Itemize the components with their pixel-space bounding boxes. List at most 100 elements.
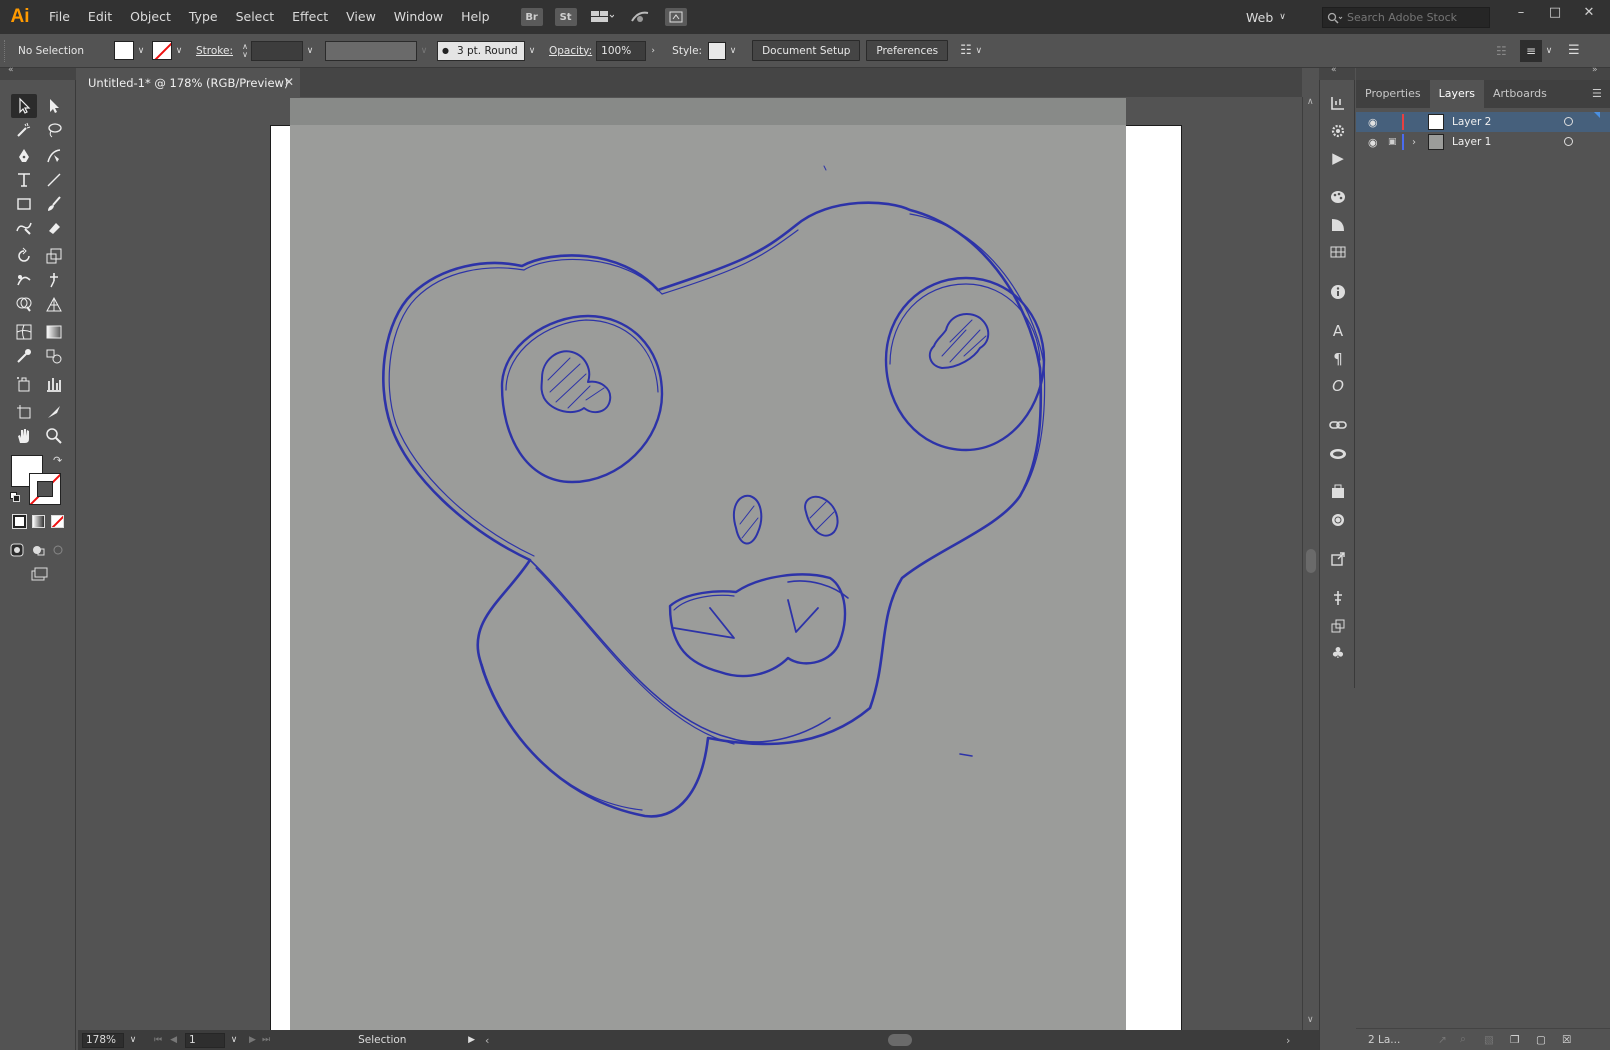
- magic-wand-tool-icon[interactable]: [11, 118, 37, 142]
- screen-mode-icon[interactable]: [26, 562, 52, 586]
- draw-inside-icon[interactable]: [47, 538, 69, 562]
- stock-icon[interactable]: St: [554, 8, 577, 26]
- hand-tool-icon[interactable]: [11, 424, 37, 448]
- zoom-tool-icon[interactable]: [41, 424, 67, 448]
- menu-view[interactable]: View: [337, 0, 385, 34]
- paragraph-icon[interactable]: ¶: [1327, 348, 1349, 370]
- club-symbol-icon[interactable]: ♣: [1327, 642, 1349, 664]
- preferences-button[interactable]: Preferences: [866, 40, 949, 61]
- export-for-screens-icon[interactable]: ↗: [1438, 1034, 1447, 1046]
- menu-effect[interactable]: Effect: [283, 0, 337, 34]
- horizontal-scrollbar-thumb[interactable]: [888, 1034, 912, 1046]
- chevron-down-icon[interactable]: ∨: [303, 46, 317, 56]
- line-segment-tool-icon[interactable]: [41, 168, 67, 192]
- artboard-tool-icon[interactable]: [11, 400, 37, 424]
- chevron-down-icon[interactable]: ∨: [172, 46, 186, 56]
- dock-header[interactable]: «: [1319, 65, 1355, 80]
- perspective-grid-tool-icon[interactable]: [41, 292, 67, 316]
- mesh-tool-icon[interactable]: [11, 320, 37, 344]
- first-artboard-icon[interactable]: ⏮: [154, 1035, 162, 1045]
- layer-row-layer-2[interactable]: ◉ Layer 2: [1356, 112, 1610, 132]
- stroke-weight-input[interactable]: [251, 40, 303, 61]
- collapse-icon[interactable]: «: [1331, 65, 1337, 75]
- stroke-swatch[interactable]: [152, 41, 172, 60]
- chevron-down-icon[interactable]: ∨: [225, 1035, 243, 1045]
- vertical-scrollbar[interactable]: ∧ ∨: [1302, 97, 1319, 1030]
- menu-type[interactable]: Type: [180, 0, 227, 34]
- transform-icon[interactable]: ≡: [1520, 40, 1542, 62]
- links-icon[interactable]: [1327, 414, 1349, 436]
- create-new-layer-icon[interactable]: ▢: [1536, 1034, 1546, 1046]
- layer-target-icon[interactable]: [1564, 117, 1573, 126]
- chevron-down-icon[interactable]: ∨: [124, 1035, 142, 1045]
- layer-row-layer-1[interactable]: ◉ ▣ › Layer 1: [1356, 132, 1610, 152]
- chevron-down-icon[interactable]: ∨: [726, 46, 740, 56]
- puppet-pin-icon[interactable]: [1327, 587, 1349, 609]
- lasso-tool-icon[interactable]: [41, 118, 67, 142]
- maximize-icon[interactable]: □: [1538, 0, 1572, 24]
- stroke-color-box[interactable]: [29, 473, 61, 505]
- opentype-icon[interactable]: O: [1327, 375, 1349, 397]
- curvature-tool-icon[interactable]: [41, 144, 67, 168]
- color-guide-icon[interactable]: [1327, 214, 1349, 236]
- artboard-number-field[interactable]: 1: [185, 1032, 226, 1048]
- paintbrush-tool-icon[interactable]: [41, 192, 67, 216]
- panel-header[interactable]: »: [1356, 65, 1610, 80]
- arrange-icon[interactable]: ☷: [960, 43, 972, 58]
- scroll-up-icon[interactable]: ∧: [1307, 97, 1314, 107]
- libraries-icon[interactable]: [1327, 92, 1349, 114]
- document-setup-button[interactable]: Document Setup: [752, 40, 861, 61]
- menu-select[interactable]: Select: [227, 0, 284, 34]
- symbol-sprayer-tool-icon[interactable]: [11, 372, 37, 396]
- search-stock[interactable]: [1322, 7, 1490, 28]
- symbols-icon[interactable]: [1327, 481, 1349, 503]
- layer-name[interactable]: Layer 1: [1452, 136, 1491, 148]
- menu-help[interactable]: Help: [452, 0, 499, 34]
- chevron-right-icon[interactable]: ›: [646, 46, 660, 56]
- collapse-icon[interactable]: «: [8, 65, 14, 75]
- warp-tool-icon[interactable]: [11, 268, 37, 292]
- workspace-switcher[interactable]: Web ∨: [1246, 8, 1286, 26]
- none-mode-button[interactable]: [51, 515, 64, 528]
- tools-panel-header[interactable]: «: [0, 65, 76, 80]
- gear-icon[interactable]: [1327, 120, 1349, 142]
- appearance-icon[interactable]: [1327, 509, 1349, 531]
- lock-icon[interactable]: ▣: [1388, 137, 1397, 147]
- scroll-right-icon[interactable]: ›: [1286, 1034, 1290, 1047]
- tab-properties[interactable]: Properties: [1356, 80, 1430, 108]
- visibility-eye-icon[interactable]: ◉: [1368, 116, 1378, 129]
- puppet-warp-tool-icon[interactable]: [41, 268, 67, 292]
- type-tool-icon[interactable]: [11, 168, 37, 192]
- scroll-left-icon[interactable]: ‹: [485, 1034, 489, 1047]
- trash-icon[interactable]: ☒: [1562, 1034, 1571, 1046]
- layer-target-icon[interactable]: [1564, 137, 1573, 146]
- gradient-tool-icon[interactable]: [41, 320, 67, 344]
- column-graph-tool-icon[interactable]: [41, 372, 67, 396]
- gpu-performance-icon[interactable]: [627, 8, 653, 26]
- default-fill-stroke-icon[interactable]: [10, 492, 20, 502]
- tab-artboards[interactable]: Artboards: [1484, 80, 1556, 108]
- eraser-tool-icon[interactable]: [41, 216, 67, 240]
- swatches-icon[interactable]: [1327, 241, 1349, 263]
- creative-cloud-icon[interactable]: [1327, 442, 1349, 464]
- transform-panel-icon[interactable]: [1327, 615, 1349, 637]
- stroke-weight-stepper[interactable]: ∧ ∨: [239, 42, 251, 59]
- character-icon[interactable]: A: [1327, 320, 1349, 342]
- chevron-right-icon[interactable]: ›: [1412, 137, 1416, 148]
- minimize-icon[interactable]: –: [1504, 0, 1538, 24]
- rotate-tool-icon[interactable]: [11, 244, 37, 268]
- last-artboard-icon[interactable]: ⏭: [262, 1035, 270, 1045]
- bridge-icon[interactable]: Br: [520, 8, 543, 26]
- draw-behind-icon[interactable]: [27, 538, 49, 562]
- blend-tool-icon[interactable]: [41, 344, 67, 368]
- selection-tool-icon[interactable]: [11, 94, 37, 118]
- color-mode-button[interactable]: [12, 514, 27, 529]
- placed-sketch-image[interactable]: [290, 98, 1126, 1030]
- canvas[interactable]: [78, 97, 1302, 1030]
- menu-file[interactable]: File: [40, 0, 79, 34]
- eyedropper-tool-icon[interactable]: [11, 344, 37, 368]
- swap-fill-stroke-icon[interactable]: ↷: [53, 454, 62, 467]
- status-menu-icon[interactable]: ▶: [468, 1035, 475, 1045]
- actions-play-icon[interactable]: ▶: [1327, 147, 1349, 169]
- pen-tool-icon[interactable]: [11, 144, 37, 168]
